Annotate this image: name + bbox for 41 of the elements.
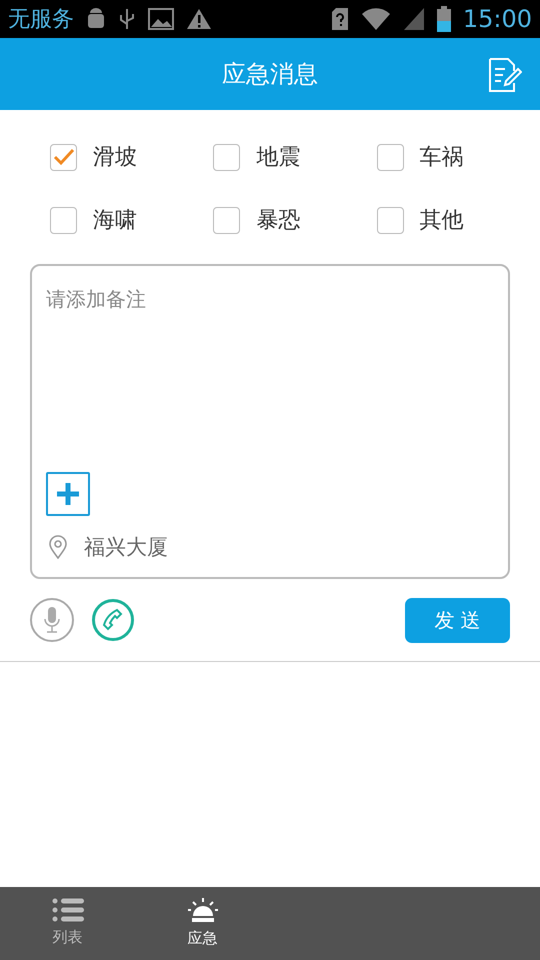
edit-icon bbox=[486, 57, 522, 93]
category-label: 滑坡 bbox=[93, 144, 137, 172]
checkbox[interactable] bbox=[50, 144, 77, 170]
warning-icon bbox=[186, 8, 212, 30]
phone-icon bbox=[101, 608, 125, 632]
category-label: 海啸 bbox=[93, 206, 137, 234]
checkbox[interactable] bbox=[213, 144, 240, 170]
list-icon bbox=[52, 898, 84, 922]
sim-icon bbox=[330, 7, 349, 31]
note-card[interactable]: 请添加备注 福兴大厦 bbox=[30, 264, 510, 579]
location-pin-icon bbox=[48, 535, 68, 560]
microphone-button[interactable] bbox=[30, 598, 74, 642]
edit-button[interactable] bbox=[486, 57, 522, 93]
wifi-icon bbox=[360, 7, 391, 31]
battery-icon bbox=[436, 6, 451, 32]
checkbox[interactable] bbox=[50, 206, 77, 234]
page-title: 应急消息 bbox=[222, 59, 318, 90]
siren-icon bbox=[186, 897, 218, 924]
category-label: 车祸 bbox=[420, 144, 464, 172]
phone-button[interactable] bbox=[92, 599, 134, 641]
checkbox[interactable] bbox=[213, 206, 240, 234]
add-button[interactable] bbox=[46, 472, 90, 516]
checkbox[interactable] bbox=[376, 144, 404, 170]
check-icon bbox=[52, 148, 74, 166]
category-label: 地震 bbox=[256, 144, 300, 172]
location-text: 福兴大厦 bbox=[84, 534, 168, 560]
tab[interactable]: 列表 bbox=[0, 887, 135, 960]
checkbox[interactable] bbox=[376, 206, 404, 234]
tab[interactable]: 应急 bbox=[135, 887, 270, 960]
signal-icon bbox=[402, 7, 425, 31]
android-icon bbox=[86, 7, 106, 31]
send-button[interactable]: 发 送 bbox=[405, 598, 510, 642]
microphone-icon bbox=[43, 606, 61, 634]
carrier-text: 无服务 bbox=[8, 6, 74, 34]
plus-icon bbox=[56, 482, 80, 506]
category-label: 其他 bbox=[420, 206, 464, 234]
category-label: 暴恐 bbox=[256, 206, 300, 234]
note-field[interactable]: 请添加备注 bbox=[46, 266, 494, 472]
clock-text: 15:00 bbox=[462, 4, 532, 35]
usb-icon bbox=[118, 7, 136, 31]
image-icon bbox=[148, 8, 174, 30]
